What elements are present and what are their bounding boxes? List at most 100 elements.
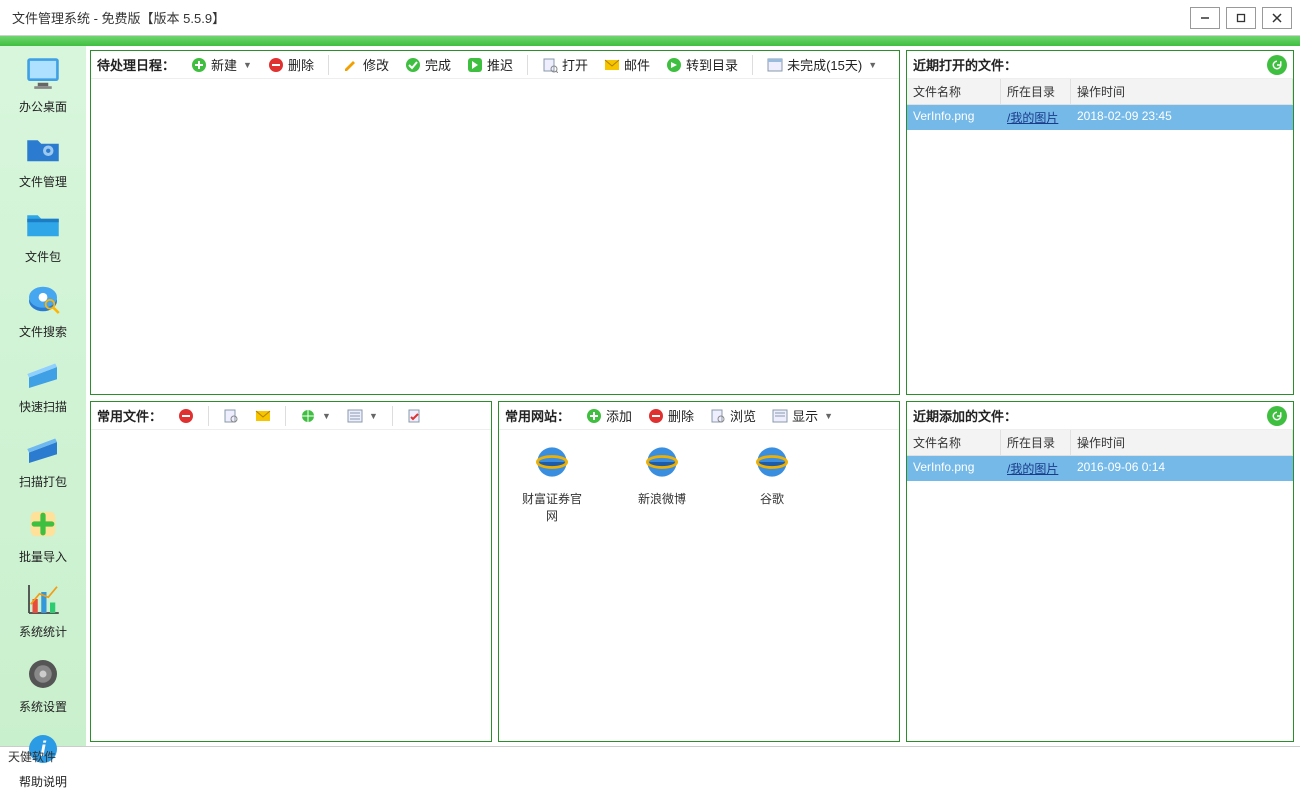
sidebar-item-label: 系统统计 bbox=[8, 623, 78, 640]
sidebar-item-label: 文件搜索 bbox=[8, 323, 78, 340]
edit-button[interactable]: 修改 bbox=[339, 53, 393, 76]
ie-icon bbox=[530, 440, 574, 484]
site-grid: 财富证券官网 新浪微博 谷歌 bbox=[499, 430, 899, 534]
recent-open-panel: 近期打开的文件： 文件名称 所在目录 操作时间 VerInfo.png /我的图… bbox=[906, 50, 1294, 395]
table-header: 文件名称 所在目录 操作时间 bbox=[907, 79, 1293, 105]
site-label: 财富证券官网 bbox=[517, 490, 587, 524]
show-button[interactable]: 显示▼ bbox=[768, 404, 837, 427]
lower-left-area: 常用文件： ▼ ▼ 常用网站： 添加 删除 bbox=[90, 401, 900, 742]
table-row[interactable]: VerInfo.png /我的图片 2018-02-09 23:45 bbox=[907, 105, 1293, 130]
common-files-panel: 常用文件： ▼ ▼ bbox=[90, 401, 492, 742]
schedule-body bbox=[91, 79, 899, 394]
sidebar-item-label: 扫描打包 bbox=[8, 473, 78, 490]
doc-search-button[interactable] bbox=[219, 406, 243, 426]
sidebar-item-label: 批量导入 bbox=[8, 548, 78, 565]
moveto-button[interactable]: 转到目录 bbox=[662, 53, 742, 76]
col-dir[interactable]: 所在目录 bbox=[1001, 79, 1071, 104]
sidebar-item-batchimport[interactable]: 批量导入 bbox=[8, 504, 78, 565]
delete-button[interactable]: 删除 bbox=[264, 53, 318, 76]
table-header: 文件名称 所在目录 操作时间 bbox=[907, 430, 1293, 456]
statusbar: 天健软件 bbox=[0, 746, 1300, 766]
panel-title: 待处理日程： bbox=[97, 55, 175, 74]
ie-icon bbox=[750, 440, 794, 484]
chevron-down-icon: ▼ bbox=[369, 411, 378, 421]
schedule-panel: 待处理日程： 新建▼ 删除 修改 完成 推迟 打开 邮件 转到目录 未完成(15… bbox=[90, 50, 900, 395]
site-item[interactable]: 谷歌 bbox=[737, 440, 807, 524]
refresh-button[interactable] bbox=[1267, 55, 1287, 75]
folder-gear-icon bbox=[22, 129, 64, 169]
browse-button[interactable]: 浏览 bbox=[706, 404, 760, 427]
monitor-icon bbox=[22, 54, 64, 94]
titlebar: 文件管理系统 - 免费版【版本 5.5.9】 bbox=[0, 0, 1300, 36]
sidebar-item-quickscan[interactable]: 快速扫描 bbox=[8, 354, 78, 415]
dir-link[interactable]: /我的图片 bbox=[1007, 462, 1058, 476]
site-label: 新浪微博 bbox=[627, 490, 697, 507]
sidebar-item-search[interactable]: 文件搜索 bbox=[8, 279, 78, 340]
common-files-body bbox=[91, 430, 491, 741]
main-area: 待处理日程： 新建▼ 删除 修改 完成 推迟 打开 邮件 转到目录 未完成(15… bbox=[86, 46, 1300, 746]
sidebar-item-settings[interactable]: 系统设置 bbox=[8, 654, 78, 715]
maximize-button[interactable] bbox=[1226, 7, 1256, 29]
new-button[interactable]: 新建▼ bbox=[187, 53, 256, 76]
complete-button[interactable]: 完成 bbox=[401, 53, 455, 76]
disc-search-icon bbox=[22, 279, 64, 319]
panel-title: 常用文件： bbox=[97, 406, 162, 425]
chevron-down-icon: ▼ bbox=[824, 411, 833, 421]
minimize-button[interactable] bbox=[1190, 7, 1220, 29]
add-button[interactable]: 添加 bbox=[582, 404, 636, 427]
sidebar-item-label: 帮助说明 bbox=[8, 773, 78, 790]
sidebar-item-label: 文件管理 bbox=[8, 173, 78, 190]
app-title: 文件管理系统 - 免费版【版本 5.5.9】 bbox=[8, 8, 225, 27]
chevron-down-icon: ▼ bbox=[322, 411, 331, 421]
briefcase-icon bbox=[22, 204, 64, 244]
col-time[interactable]: 操作时间 bbox=[1071, 79, 1293, 104]
sidebar-item-label: 办公桌面 bbox=[8, 98, 78, 115]
status-text: 天健软件 bbox=[8, 748, 56, 765]
chevron-down-icon: ▼ bbox=[243, 60, 252, 70]
panel-title: 近期添加的文件： bbox=[913, 406, 1017, 425]
sidebar-item-file-mgmt[interactable]: 文件管理 bbox=[8, 129, 78, 190]
gear-icon bbox=[22, 654, 64, 694]
chart-icon bbox=[22, 579, 64, 619]
mail-button[interactable]: 邮件 bbox=[600, 53, 654, 76]
incomplete-button[interactable]: 未完成(15天)▼ bbox=[763, 53, 881, 76]
accent-strip bbox=[0, 36, 1300, 46]
scanner-pack-icon bbox=[22, 429, 64, 469]
close-button[interactable] bbox=[1262, 7, 1292, 29]
sidebar-item-label: 文件包 bbox=[8, 248, 78, 265]
sidebar-item-desktop[interactable]: 办公桌面 bbox=[8, 54, 78, 115]
recent-add-panel: 近期添加的文件： 文件名称 所在目录 操作时间 VerInfo.png /我的图… bbox=[906, 401, 1294, 742]
sidebar-item-stats[interactable]: 系统统计 bbox=[8, 579, 78, 640]
doc-check-button[interactable] bbox=[403, 406, 427, 426]
col-time[interactable]: 操作时间 bbox=[1071, 430, 1293, 455]
import-plus-icon bbox=[22, 504, 64, 544]
col-filename[interactable]: 文件名称 bbox=[907, 430, 1001, 455]
sidebar: 办公桌面 文件管理 文件包 文件搜索 快速扫描 扫描打包 批量导入 系统统计 bbox=[0, 46, 86, 746]
col-dir[interactable]: 所在目录 bbox=[1001, 430, 1071, 455]
panel-title: 常用网站： bbox=[505, 406, 570, 425]
delete-button[interactable]: 删除 bbox=[644, 404, 698, 427]
list-button[interactable]: ▼ bbox=[343, 406, 382, 426]
site-item[interactable]: 财富证券官网 bbox=[517, 440, 587, 524]
col-filename[interactable]: 文件名称 bbox=[907, 79, 1001, 104]
open-button[interactable]: 打开 bbox=[538, 53, 592, 76]
sidebar-item-label: 快速扫描 bbox=[8, 398, 78, 415]
sidebar-item-label: 系统设置 bbox=[8, 698, 78, 715]
site-item[interactable]: 新浪微博 bbox=[627, 440, 697, 524]
globe-button[interactable]: ▼ bbox=[296, 406, 335, 426]
sidebar-item-scanpack[interactable]: 扫描打包 bbox=[8, 429, 78, 490]
table-row[interactable]: VerInfo.png /我的图片 2016-09-06 0:14 bbox=[907, 456, 1293, 481]
ie-icon bbox=[640, 440, 684, 484]
site-label: 谷歌 bbox=[737, 490, 807, 507]
delay-button[interactable]: 推迟 bbox=[463, 53, 517, 76]
schedule-toolbar: 待处理日程： 新建▼ 删除 修改 完成 推迟 打开 邮件 转到目录 未完成(15… bbox=[91, 51, 899, 79]
scanner-icon bbox=[22, 354, 64, 394]
common-sites-panel: 常用网站： 添加 删除 浏览 显示▼ 财富证券官网 新浪微博 bbox=[498, 401, 900, 742]
refresh-button[interactable] bbox=[1267, 406, 1287, 426]
remove-button[interactable] bbox=[174, 406, 198, 426]
mail-button[interactable] bbox=[251, 406, 275, 426]
sidebar-item-package[interactable]: 文件包 bbox=[8, 204, 78, 265]
dir-link[interactable]: /我的图片 bbox=[1007, 111, 1058, 125]
chevron-down-icon: ▼ bbox=[868, 60, 877, 70]
panel-title: 近期打开的文件： bbox=[913, 55, 1017, 74]
